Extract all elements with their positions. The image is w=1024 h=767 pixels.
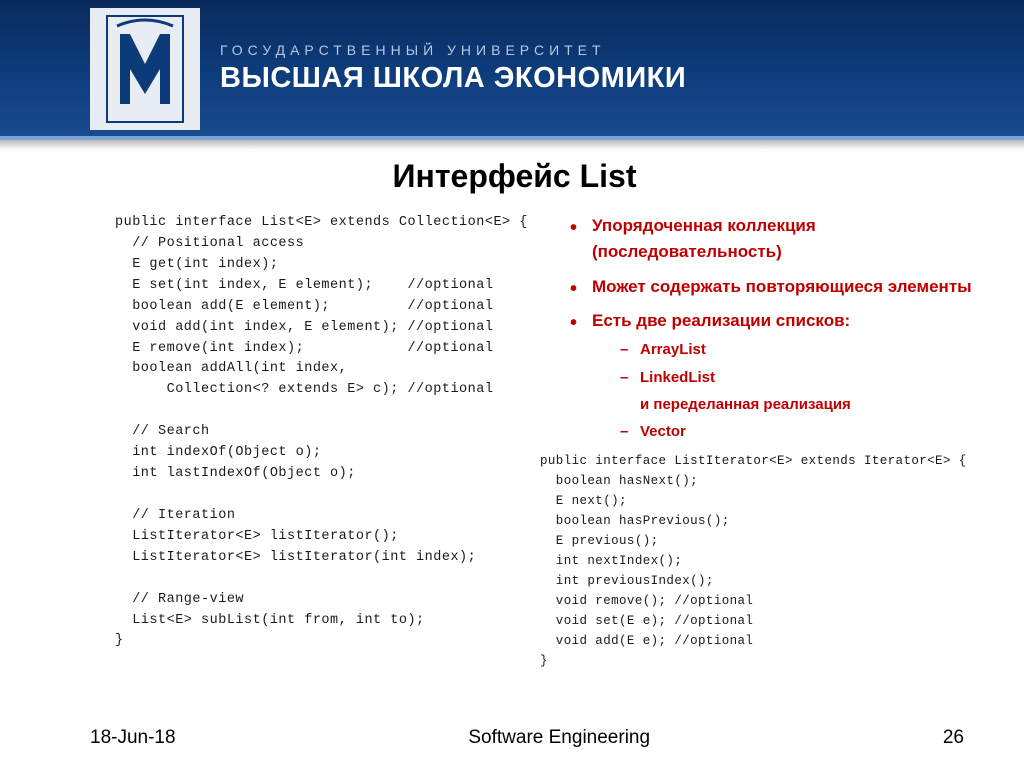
footer-center: Software Engineering (468, 727, 650, 749)
sub-list: ArrayList LinkedList (592, 338, 994, 389)
left-column: public interface List<E> extends Collect… (115, 213, 560, 671)
slide-content: Интерфейс List public interface List<E> … (0, 150, 1024, 671)
code-listiterator-interface: public interface ListIterator<E> extends… (540, 451, 994, 671)
university-title: ВЫСШАЯ ШКОЛА ЭКОНОМИКИ (220, 62, 686, 95)
sub-list: Vector (592, 420, 994, 443)
university-logo (90, 8, 200, 130)
footer-date: 18-Jun-18 (90, 727, 176, 749)
university-subtitle: ГОСУДАРСТВЕННЫЙ УНИВЕРСИТЕТ (220, 42, 686, 58)
slide-footer: 18-Jun-18 Software Engineering 26 (0, 727, 1024, 749)
extra-text: и переделанная реализация (592, 393, 994, 416)
bullet-item: Упорядоченная коллекция (последовательно… (570, 213, 994, 266)
sub-item: Vector (592, 420, 994, 443)
bullet-item: Может содержать повторяющиеся элементы (570, 274, 994, 300)
header-shadow (0, 140, 1024, 150)
code-list-interface: public interface List<E> extends Collect… (115, 213, 560, 652)
sub-item: ArrayList (592, 338, 994, 361)
bullet-text: Есть две реализации списков: (592, 311, 850, 330)
bullet-list: Упорядоченная коллекция (последовательно… (570, 213, 994, 443)
page-title: Интерфейс List (35, 158, 994, 195)
slide-header: ГОСУДАРСТВЕННЫЙ УНИВЕРСИТЕТ ВЫСШАЯ ШКОЛА… (0, 0, 1024, 140)
sub-item: LinkedList (592, 366, 994, 389)
header-titles: ГОСУДАРСТВЕННЫЙ УНИВЕРСИТЕТ ВЫСШАЯ ШКОЛА… (220, 42, 686, 95)
bullet-item: Есть две реализации списков: ArrayList L… (570, 308, 994, 443)
footer-page: 26 (943, 727, 964, 749)
right-column: Упорядоченная коллекция (последовательно… (560, 213, 994, 671)
